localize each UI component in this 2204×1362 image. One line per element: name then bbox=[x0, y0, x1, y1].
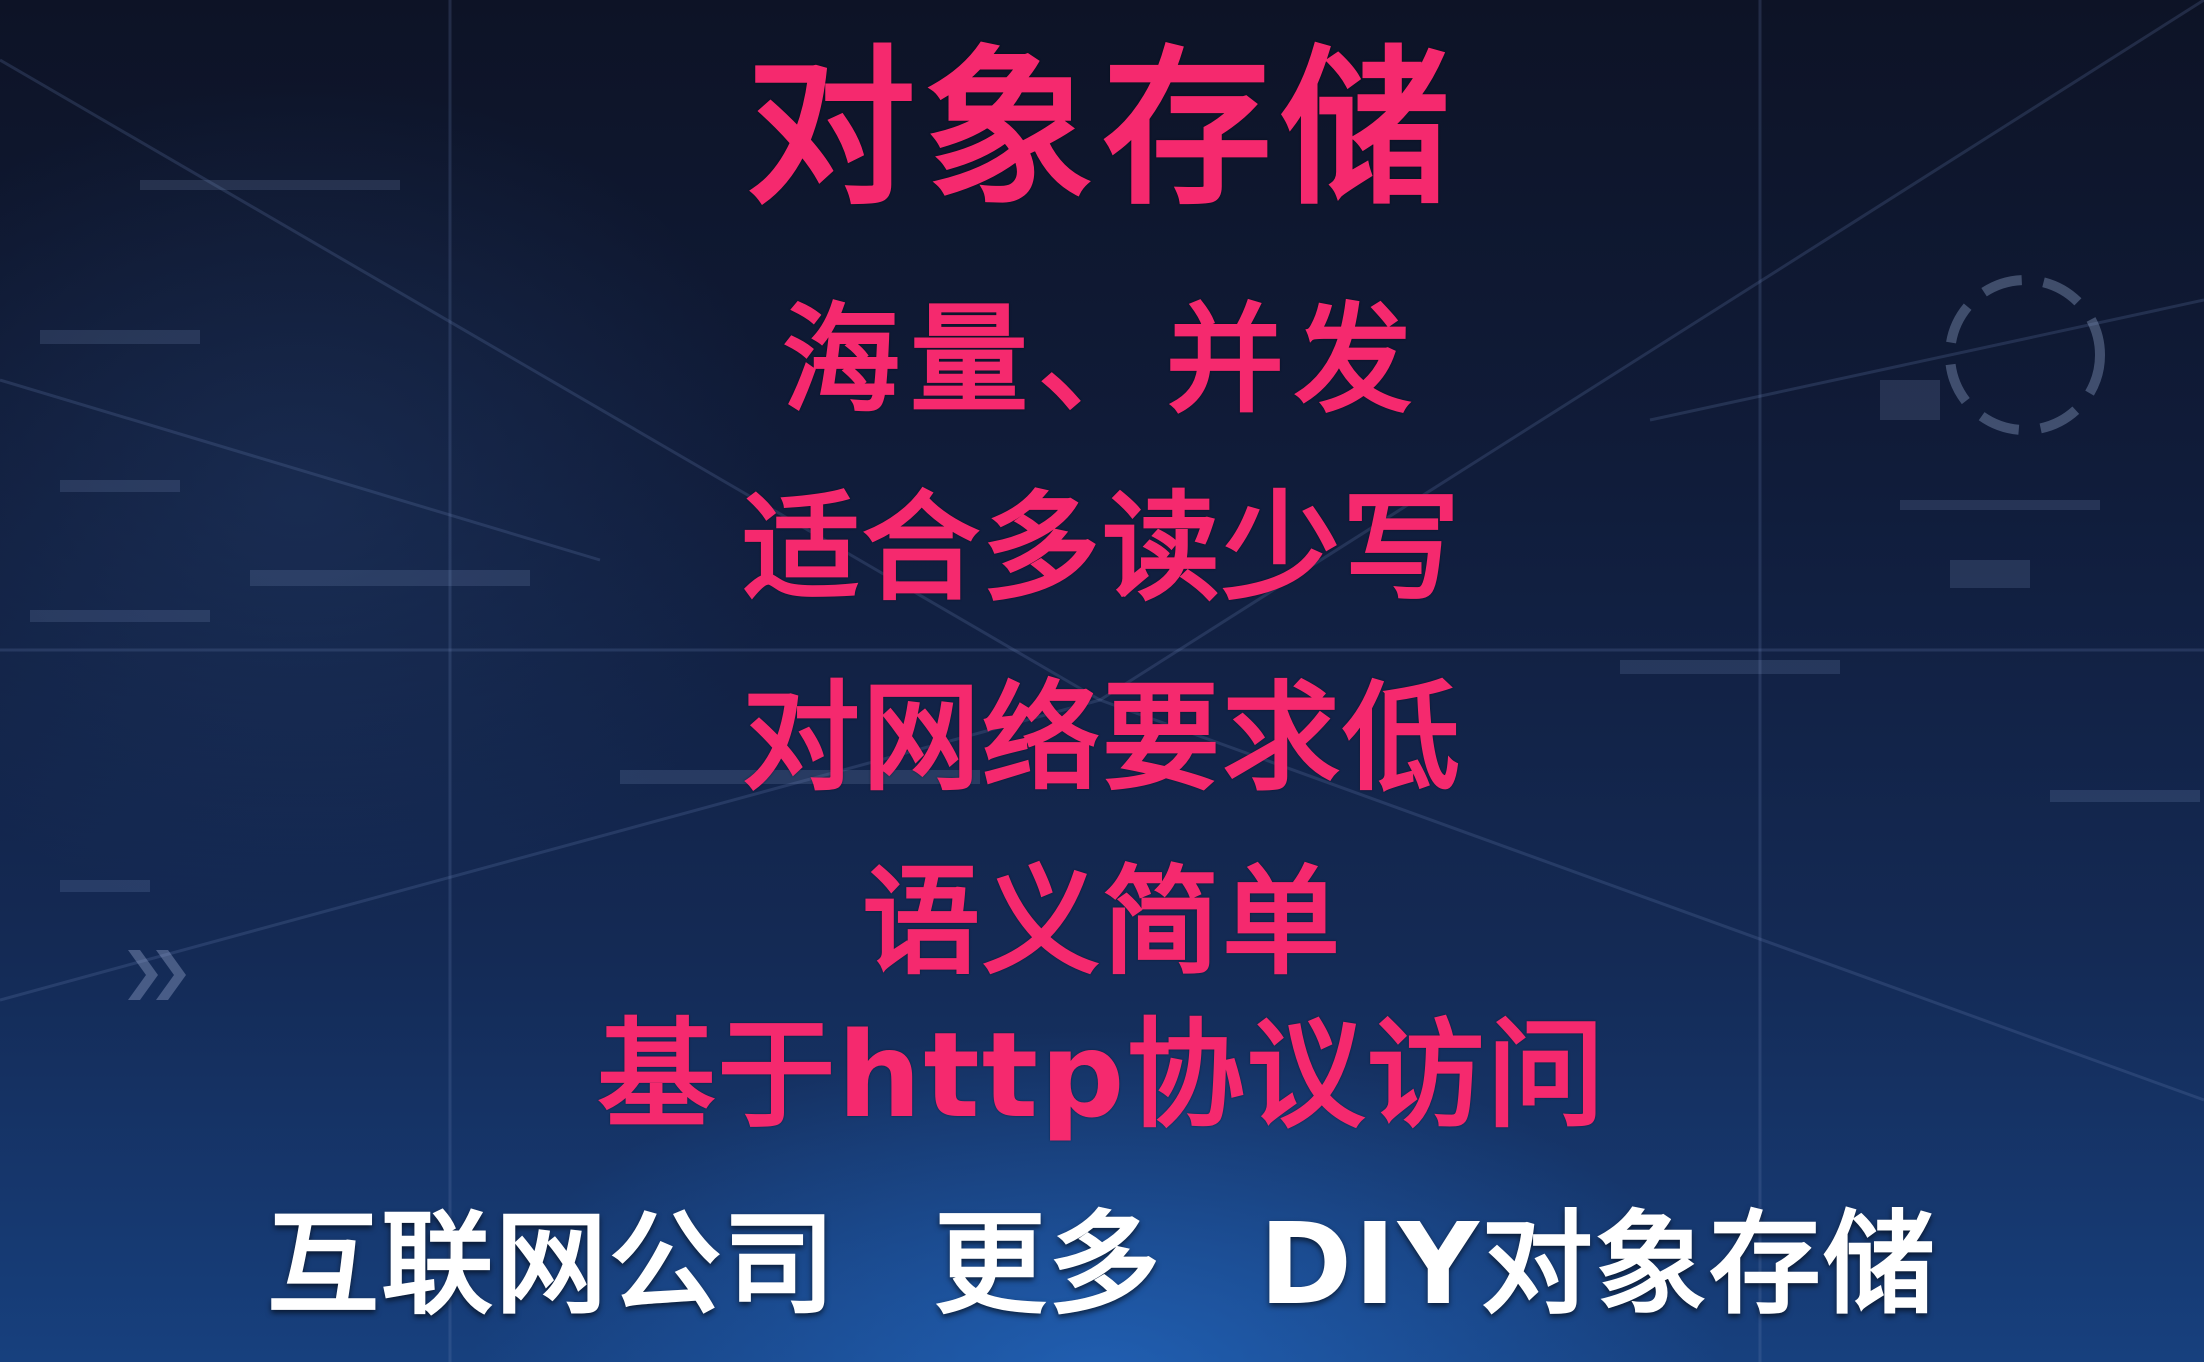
footer-diy-object-storage: DIY对象存储 bbox=[1259, 1200, 1937, 1330]
feature-massive-concurrent: 海量、并发 bbox=[781, 291, 1422, 429]
footer-caption: 互联网公司 更多 DIY对象存储 bbox=[0, 1195, 2204, 1335]
footer-more: 更多 bbox=[934, 1200, 1163, 1330]
footer-internet-companies: 互联网公司 bbox=[267, 1200, 838, 1330]
feature-low-network: 对网络要求低 bbox=[741, 669, 1462, 807]
feature-read-heavy: 适合多读少写 bbox=[741, 479, 1462, 617]
feature-http-access: 基于http协议访问 bbox=[597, 1006, 1607, 1144]
feature-simple-semantics: 语义简单 bbox=[861, 853, 1342, 991]
page-title: 对象存储 bbox=[745, 31, 1458, 229]
slide: 对象存储 海量、并发 适合多读少写 对网络要求低 语义简单 基于http协议访问… bbox=[0, 0, 2204, 1362]
